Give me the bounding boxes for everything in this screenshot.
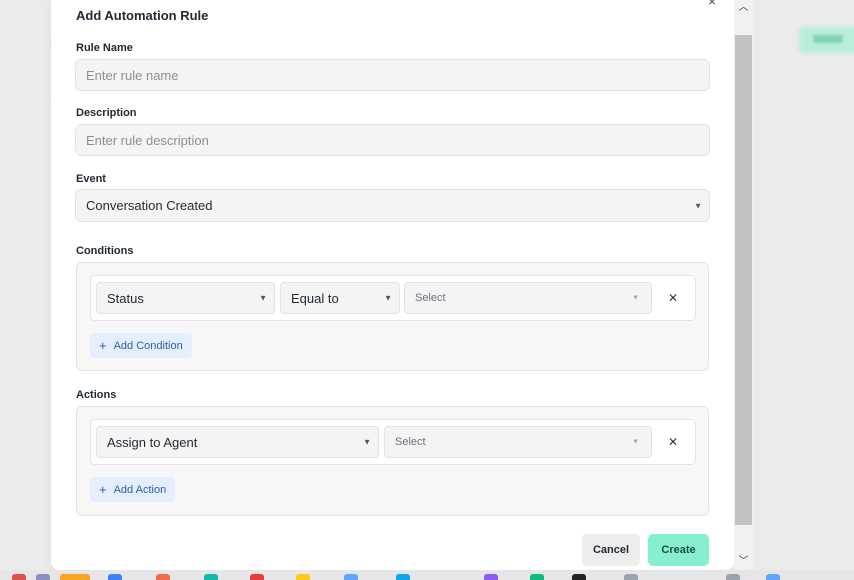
cancel-button[interactable]: Cancel: [582, 534, 640, 566]
background-button: [799, 27, 854, 53]
plus-icon: +: [99, 338, 107, 353]
chevron-up-icon[interactable]: ︿: [734, 0, 753, 16]
scroll-thumb[interactable]: [735, 35, 752, 525]
automation-rule-modal: Add Automation Rule × Rule Name Descript…: [51, 0, 734, 570]
chevron-down-icon: ▼: [632, 438, 639, 446]
app-icon[interactable]: [36, 574, 50, 580]
conditions-group: Status ▼ Equal to ▼ Select ▼ ✕ + Add Con…: [76, 262, 709, 371]
app-icon[interactable]: [296, 574, 310, 580]
app-icon[interactable]: [12, 574, 26, 580]
chevron-down-icon: ▼: [632, 294, 639, 302]
conditions-label: Conditions: [76, 245, 134, 257]
condition-operator-value: Equal to: [291, 290, 339, 306]
action-value-select[interactable]: Select ▼: [384, 426, 652, 458]
chevron-down-icon: ▼: [259, 293, 267, 303]
event-label: Event: [76, 173, 106, 185]
event-select[interactable]: Conversation Created ▼: [75, 189, 710, 222]
action-value-placeholder: Select: [395, 436, 426, 448]
app-icon[interactable]: [60, 574, 90, 580]
app-icon[interactable]: [250, 574, 264, 580]
chevron-down-icon: ▼: [363, 437, 371, 447]
add-condition-button[interactable]: + Add Condition: [90, 333, 192, 358]
modal-title: Add Automation Rule: [76, 8, 209, 23]
create-button[interactable]: Create: [648, 534, 709, 566]
actions-label: Actions: [76, 389, 117, 401]
remove-action-icon[interactable]: ✕: [668, 436, 678, 448]
chevron-down-icon: ▼: [694, 201, 702, 210]
app-icon[interactable]: [484, 574, 498, 580]
condition-row: Status ▼ Equal to ▼ Select ▼ ✕: [90, 275, 696, 321]
chevron-down-icon: ▼: [384, 293, 392, 303]
app-icon[interactable]: [766, 574, 780, 580]
condition-value-placeholder: Select: [415, 292, 446, 304]
add-condition-label: Add Condition: [113, 339, 183, 352]
chevron-down-icon[interactable]: ﹀: [734, 554, 753, 570]
app-icon[interactable]: [204, 574, 218, 580]
app-icon[interactable]: [108, 574, 122, 580]
remove-condition-icon[interactable]: ✕: [668, 292, 678, 304]
plus-icon: +: [99, 482, 107, 497]
close-icon[interactable]: ×: [705, 0, 719, 9]
app-icon[interactable]: [530, 574, 544, 580]
app-icon[interactable]: [396, 574, 410, 580]
condition-attribute-value: Status: [107, 290, 144, 306]
description-input[interactable]: [75, 124, 710, 156]
app-icon[interactable]: [572, 574, 586, 580]
condition-attribute-select[interactable]: Status ▼: [96, 282, 275, 314]
actions-group: Assign to Agent ▼ Select ▼ ✕ + Add Actio…: [76, 406, 709, 516]
app-icon[interactable]: [344, 574, 358, 580]
app-icon[interactable]: [156, 574, 170, 580]
add-action-label: Add Action: [113, 483, 167, 496]
condition-operator-select[interactable]: Equal to ▼: [280, 282, 400, 314]
action-type-select[interactable]: Assign to Agent ▼: [96, 426, 379, 458]
app-icon[interactable]: [624, 574, 638, 580]
add-action-button[interactable]: + Add Action: [90, 477, 176, 502]
taskbar: [0, 570, 854, 580]
action-row: Assign to Agent ▼ Select ▼ ✕: [90, 419, 696, 465]
app-icon[interactable]: [726, 574, 740, 580]
rule-name-label: Rule Name: [76, 42, 133, 54]
action-type-value: Assign to Agent: [107, 434, 198, 450]
condition-value-select[interactable]: Select ▼: [404, 282, 652, 314]
rule-name-input[interactable]: [75, 59, 710, 91]
description-label: Description: [76, 107, 137, 119]
event-selected-value: Conversation Created: [86, 198, 213, 213]
scrollbar[interactable]: ︿ ﹀: [734, 0, 753, 570]
